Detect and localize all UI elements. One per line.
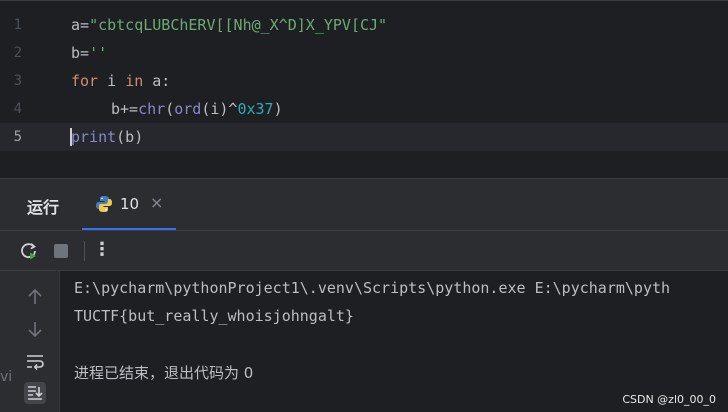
- run-tab-label: 10: [120, 195, 140, 213]
- code-line-1[interactable]: 1 a="cbtcqLUBChERV[[Nh@_X^D]X_YPV[CJ": [0, 11, 728, 39]
- run-panel-title: 运行: [27, 198, 60, 217]
- console-line-exit: 进程已结束，退出代码为 0: [74, 364, 254, 382]
- close-icon[interactable]: ×: [150, 193, 163, 212]
- code-text: print(b): [71, 128, 144, 146]
- code-line-2[interactable]: 2 b='': [0, 39, 728, 67]
- line-number: 4: [13, 101, 22, 117]
- line-number: 3: [13, 73, 22, 89]
- toolbar-separator: [84, 241, 85, 261]
- side-label-fragment: vi: [0, 369, 13, 385]
- line-number: 5: [13, 129, 22, 145]
- code-line-3[interactable]: 3 for i in a:: [0, 67, 728, 95]
- console-output[interactable]: E:\pycharm\pythonProject1\.venv\Scripts\…: [60, 271, 728, 412]
- arrow-up-icon[interactable]: [24, 286, 46, 308]
- scroll-to-end-icon[interactable]: [24, 382, 46, 404]
- code-line-4[interactable]: 4 b+=chr(ord(i)^0x37): [0, 95, 728, 123]
- python-icon: [95, 195, 113, 213]
- run-toolbar: ⋮: [0, 231, 728, 271]
- code-text: b='': [71, 44, 108, 62]
- code-text: a="cbtcqLUBChERV[[Nh@_X^D]X_YPV[CJ": [71, 16, 388, 34]
- run-tool-window-header: 运行 10 ×: [0, 179, 728, 231]
- code-line-5[interactable]: 5 print(b): [0, 123, 728, 151]
- watermark: CSDN @zl0_00_0: [622, 393, 716, 406]
- arrow-down-icon[interactable]: [24, 318, 46, 340]
- code-text: for i in a:: [71, 72, 171, 90]
- code-editor[interactable]: 1 a="cbtcqLUBChERV[[Nh@_X^D]X_YPV[CJ" 2 …: [0, 0, 728, 178]
- console-line-command: E:\pycharm\pythonProject1\.venv\Scripts\…: [74, 279, 671, 297]
- run-tab[interactable]: 10 ×: [82, 179, 176, 230]
- console-side-toolbar: vi: [0, 271, 60, 412]
- soft-wrap-icon[interactable]: [24, 351, 46, 373]
- line-number: 2: [13, 45, 22, 61]
- line-number: 1: [13, 17, 22, 33]
- rerun-icon[interactable]: [18, 240, 40, 262]
- stop-icon[interactable]: [50, 240, 72, 262]
- code-text: b+=chr(ord(i)^0x37): [111, 100, 283, 118]
- more-options-icon[interactable]: ⋮: [93, 239, 111, 260]
- console-line-output: TUCTF{but_really_whoisjohngalt}: [74, 307, 354, 325]
